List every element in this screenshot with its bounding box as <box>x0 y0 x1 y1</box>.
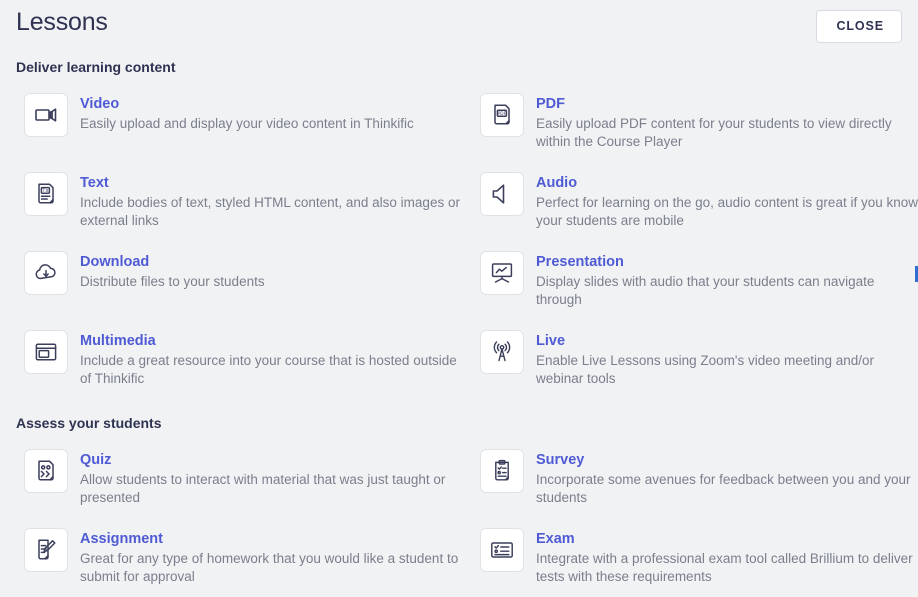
card-title[interactable]: Multimedia <box>80 331 462 351</box>
card-body: Text Include bodies of text, styled HTML… <box>80 172 462 231</box>
section-heading: Deliver learning content <box>16 58 176 75</box>
multimedia-window-icon <box>24 329 68 374</box>
card-description: Incorporate some avenues for feedback be… <box>536 471 911 506</box>
card-body: Presentation Display slides with audio t… <box>536 251 918 310</box>
live-broadcast-icon <box>480 329 524 374</box>
card-body: Audio Perfect for learning on the go, au… <box>536 172 918 231</box>
svg-text:PDF: PDF <box>498 110 507 116</box>
card-title[interactable]: Video <box>80 94 414 114</box>
audio-speaker-icon <box>480 171 524 216</box>
card-title[interactable]: PDF <box>536 94 918 114</box>
close-button[interactable]: CLOSE <box>816 10 902 43</box>
card-description: Enable Live Lessons using Zoom's video m… <box>536 352 875 387</box>
survey-clipboard-icon <box>480 448 524 493</box>
card-body: Quiz Allow students to interact with mat… <box>80 449 462 508</box>
lesson-type-card-pdf[interactable]: PDF PDF Easily upload PDF content for yo… <box>472 83 918 162</box>
card-title[interactable]: Quiz <box>80 450 462 470</box>
quiz-document-icon <box>24 448 68 493</box>
card-body: Survey Incorporate some avenues for feed… <box>536 449 918 508</box>
lesson-type-grid: Video Easily upload and display your vid… <box>16 83 918 399</box>
assessment-type-grid: Quiz Allow students to interact with mat… <box>16 439 913 597</box>
card-title[interactable]: Survey <box>536 450 918 470</box>
lesson-type-card-audio[interactable]: Audio Perfect for learning on the go, au… <box>472 162 918 241</box>
card-body: Assignment Great for any type of homewor… <box>80 528 462 587</box>
section-deliver-learning-content: Deliver learning content Video Easily up… <box>0 57 918 399</box>
assignment-pencil-icon <box>24 527 68 572</box>
presentation-screen-icon <box>480 250 524 295</box>
card-description: Easily upload PDF content for your stude… <box>536 115 892 150</box>
card-description: Include bodies of text, styled HTML cont… <box>80 194 460 229</box>
card-body: PDF Easily upload PDF content for your s… <box>536 93 918 152</box>
card-description: Perfect for learning on the go, audio co… <box>536 194 918 229</box>
dialog-header: Lessons CLOSE <box>0 0 918 43</box>
lesson-type-card-text[interactable]: Tx Text Include bodies of text, styled H… <box>16 162 462 241</box>
svg-text:Tx: Tx <box>41 187 48 193</box>
page-title: Lessons <box>16 8 108 36</box>
lesson-type-card-presentation[interactable]: Presentation Display slides with audio t… <box>472 241 918 320</box>
card-body: Exam Integrate with a professional exam … <box>536 528 918 587</box>
card-title[interactable]: Exam <box>536 529 918 549</box>
card-description: Easily upload and display your video con… <box>80 115 414 131</box>
pdf-document-icon: PDF <box>480 92 524 137</box>
exam-checklist-icon <box>480 527 524 572</box>
card-description: Include a great resource into your cours… <box>80 352 457 387</box>
video-camera-icon <box>24 92 68 137</box>
lesson-type-card-multimedia[interactable]: Multimedia Include a great resource into… <box>16 320 462 399</box>
card-title[interactable]: Assignment <box>80 529 462 549</box>
lesson-type-card-survey[interactable]: Survey Incorporate some avenues for feed… <box>472 439 918 518</box>
lesson-type-card-quiz[interactable]: Quiz Allow students to interact with mat… <box>16 439 462 518</box>
text-document-icon: Tx <box>24 171 68 216</box>
card-title[interactable]: Live <box>536 331 918 351</box>
cloud-download-icon <box>24 250 68 295</box>
card-title[interactable]: Download <box>80 252 265 272</box>
lesson-type-card-assignment[interactable]: Assignment Great for any type of homewor… <box>16 518 462 597</box>
card-title[interactable]: Text <box>80 173 462 193</box>
card-body: Multimedia Include a great resource into… <box>80 330 462 389</box>
card-title[interactable]: Presentation <box>536 252 918 272</box>
lesson-type-card-video[interactable]: Video Easily upload and display your vid… <box>16 83 462 162</box>
lesson-type-card-download[interactable]: Download Distribute files to your studen… <box>16 241 462 320</box>
card-body: Live Enable Live Lessons using Zoom's vi… <box>536 330 918 389</box>
card-title[interactable]: Audio <box>536 173 918 193</box>
section-assess-your-students: Assess your students Quiz Allow students… <box>0 413 918 597</box>
card-body: Download Distribute files to your studen… <box>80 251 265 292</box>
lesson-type-card-live[interactable]: Live Enable Live Lessons using Zoom's vi… <box>472 320 918 399</box>
card-description: Display slides with audio that your stud… <box>536 273 875 308</box>
section-heading: Assess your students <box>16 414 162 431</box>
card-description: Integrate with a professional exam tool … <box>536 550 913 585</box>
card-description: Great for any type of homework that you … <box>80 550 459 585</box>
lesson-type-card-exam[interactable]: Exam Integrate with a professional exam … <box>472 518 918 597</box>
card-body: Video Easily upload and display your vid… <box>80 93 414 134</box>
card-description: Distribute files to your students <box>80 273 265 289</box>
card-description: Allow students to interact with material… <box>80 471 446 506</box>
